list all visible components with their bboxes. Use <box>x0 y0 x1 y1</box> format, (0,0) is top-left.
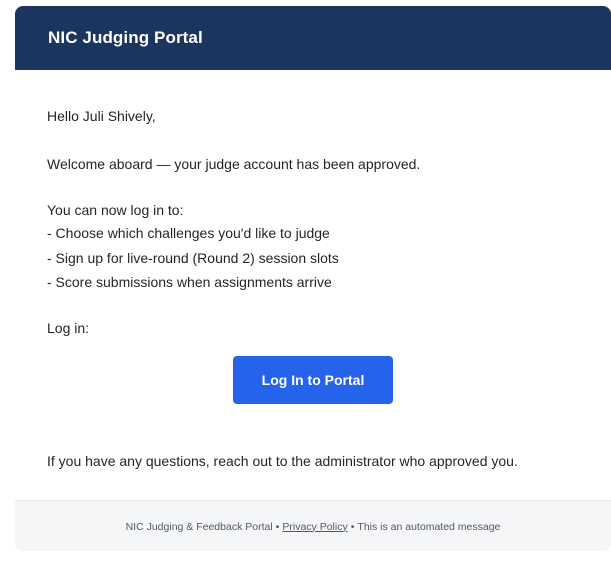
email-body: Hello Juli Shively, Welcome aboard — you… <box>15 70 611 500</box>
email-footer: NIC Judging & Feedback Portal • Privacy … <box>15 500 611 551</box>
welcome-text: Welcome aboard — your judge account has … <box>47 156 421 172</box>
footer-separator: • <box>350 520 355 533</box>
email-header: NIC Judging Portal <box>15 6 611 70</box>
list-item: - Score submissions when assignments arr… <box>47 274 332 290</box>
privacy-policy-link[interactable]: Privacy Policy <box>282 521 347 533</box>
list-item: - Sign up for live-round (Round 2) sessi… <box>47 250 339 266</box>
header-title: NIC Judging Portal <box>48 28 203 47</box>
email-card: NIC Judging Portal Hello Juli Shively, W… <box>15 6 611 551</box>
intro-text: You can now log in to: <box>47 202 184 218</box>
closing-text: If you have any questions, reach out to … <box>47 453 518 469</box>
greeting-text: Hello Juli Shively, <box>47 108 156 124</box>
login-button-label: Log In to Portal <box>261 372 365 388</box>
list-item: - Choose which challenges you'd like to … <box>47 225 330 241</box>
footer-portal-name: NIC Judging & Feedback Portal <box>125 520 273 533</box>
login-button[interactable]: Log In to Portal <box>233 356 393 404</box>
login-label: Log in: <box>47 320 90 336</box>
footer-separator: • <box>275 520 280 533</box>
footer-automated-note: This is an automated message <box>357 520 501 533</box>
